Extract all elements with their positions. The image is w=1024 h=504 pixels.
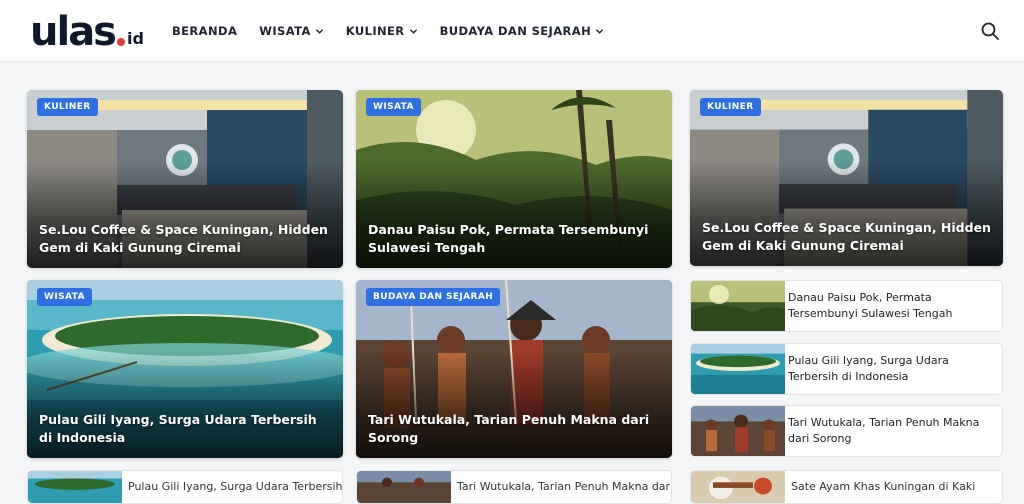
category-badge[interactable]: KULINER bbox=[700, 98, 761, 116]
list-post[interactable]: Pulau Gili Iyang, Surga Udara Terbersih … bbox=[27, 470, 343, 504]
card-title[interactable]: Pulau Gili Iyang, Surga Udara Terbersih … bbox=[39, 411, 331, 447]
featured-card[interactable]: KULINER Se.Lou Coffee & Space Kuningan, … bbox=[27, 90, 343, 268]
category-badge[interactable]: WISATA bbox=[37, 288, 92, 306]
card-title[interactable]: Se.Lou Coffee & Space Kuningan, Hidden G… bbox=[702, 219, 991, 255]
chevron-down-icon bbox=[596, 28, 604, 34]
main-nav: BERANDA WISATA KULINER BUDAYA DAN SEJARA… bbox=[172, 0, 604, 62]
nav-item-beranda[interactable]: BERANDA bbox=[172, 24, 237, 38]
card-title[interactable]: Danau Paisu Pok, Permata Tersembunyi Sul… bbox=[368, 221, 660, 257]
featured-card[interactable]: WISATA Pulau Gili Iyang, Surga Udara Ter… bbox=[27, 280, 343, 458]
site-logo[interactable]: ulas id bbox=[30, 6, 144, 52]
category-badge[interactable]: BUDAYA DAN SEJARAH bbox=[366, 288, 501, 306]
nav-item-kuliner[interactable]: KULINER bbox=[346, 24, 418, 38]
post-thumbnail bbox=[691, 471, 785, 503]
post-thumbnail bbox=[691, 406, 785, 456]
post-thumbnail bbox=[357, 471, 451, 503]
sidebar-post[interactable]: Tari Wutukala, Tarian Penuh Makna dari S… bbox=[690, 405, 1003, 457]
featured-card[interactable]: WISATA Danau Paisu Pok, Permata Tersembu… bbox=[356, 90, 672, 268]
post-thumbnail bbox=[28, 471, 122, 503]
category-badge[interactable]: KULINER bbox=[37, 98, 98, 116]
post-title[interactable]: Danau Paisu Pok, Permata Tersembunyi Sul… bbox=[788, 290, 996, 322]
post-thumbnail bbox=[691, 281, 785, 331]
post-title[interactable]: Tari Wutukala, Tarian Penuh Makna dari S… bbox=[788, 415, 996, 447]
post-thumbnail bbox=[691, 344, 785, 394]
nav-item-label: WISATA bbox=[259, 24, 311, 38]
featured-card[interactable]: BUDAYA DAN SEJARAH Tari Wutukala, Tarian… bbox=[356, 280, 672, 458]
search-icon[interactable] bbox=[980, 21, 1000, 41]
sidebar-post[interactable]: Pulau Gili Iyang, Surga Udara Terbersih … bbox=[690, 343, 1003, 395]
logo-tld: id bbox=[127, 29, 144, 48]
card-title[interactable]: Se.Lou Coffee & Space Kuningan, Hidden G… bbox=[39, 221, 331, 257]
post-title[interactable]: Sate Ayam Khas Kuningan di Kaki bbox=[791, 480, 975, 493]
sidebar-post[interactable]: Danau Paisu Pok, Permata Tersembunyi Sul… bbox=[690, 280, 1003, 332]
chevron-down-icon bbox=[315, 28, 323, 34]
nav-item-label: BERANDA bbox=[172, 24, 238, 38]
list-post[interactable]: Sate Ayam Khas Kuningan di Kaki bbox=[690, 470, 1003, 504]
post-title[interactable]: Pulau Gili Iyang, Surga Udara Terbersih … bbox=[128, 480, 342, 493]
site-header: ulas id BERANDA WISATA KULINER BUDAYA DA… bbox=[0, 0, 1024, 62]
nav-item-budaya-dan-sejarah[interactable]: BUDAYA DAN SEJARAH bbox=[440, 24, 605, 38]
list-post[interactable]: Tari Wutukala, Tarian Penuh Makna dari bbox=[356, 470, 672, 504]
category-badge[interactable]: WISATA bbox=[366, 98, 421, 116]
chevron-down-icon bbox=[409, 28, 417, 34]
featured-card[interactable]: KULINER Se.Lou Coffee & Space Kuningan, … bbox=[690, 90, 1003, 266]
post-title[interactable]: Pulau Gili Iyang, Surga Udara Terbersih … bbox=[788, 353, 996, 385]
nav-item-wisata[interactable]: WISATA bbox=[259, 24, 324, 38]
nav-item-label: KULINER bbox=[345, 24, 405, 38]
card-title[interactable]: Tari Wutukala, Tarian Penuh Makna dari S… bbox=[368, 411, 660, 447]
logo-dot bbox=[117, 38, 125, 46]
post-title[interactable]: Tari Wutukala, Tarian Penuh Makna dari bbox=[457, 480, 671, 493]
nav-item-label: BUDAYA DAN SEJARAH bbox=[439, 24, 592, 38]
logo-text: ulas bbox=[30, 9, 117, 55]
